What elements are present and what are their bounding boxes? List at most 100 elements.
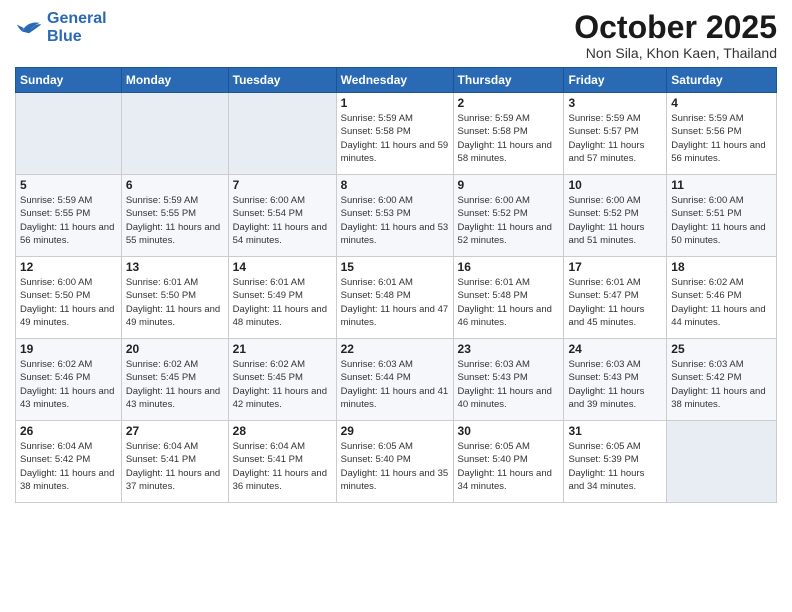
day-info: Sunrise: 6:02 AMSunset: 5:46 PMDaylight:…	[20, 358, 117, 411]
day-number: 15	[341, 260, 449, 274]
weekday-header-wednesday: Wednesday	[336, 68, 453, 93]
day-info: Sunrise: 6:03 AMSunset: 5:43 PMDaylight:…	[458, 358, 560, 411]
day-number: 10	[568, 178, 662, 192]
day-number: 1	[341, 96, 449, 110]
calendar-cell: 17 Sunrise: 6:01 AMSunset: 5:47 PMDayligh…	[564, 257, 667, 339]
day-number: 17	[568, 260, 662, 274]
calendar-cell: 22 Sunrise: 6:03 AMSunset: 5:44 PMDayligh…	[336, 339, 453, 421]
day-number: 24	[568, 342, 662, 356]
day-number: 12	[20, 260, 117, 274]
calendar-cell: 8 Sunrise: 6:00 AMSunset: 5:53 PMDaylight…	[336, 175, 453, 257]
day-number: 31	[568, 424, 662, 438]
calendar-cell: 3 Sunrise: 5:59 AMSunset: 5:57 PMDaylight…	[564, 93, 667, 175]
day-number: 11	[671, 178, 772, 192]
day-info: Sunrise: 5:59 AMSunset: 5:58 PMDaylight:…	[458, 112, 560, 165]
weekday-header-sunday: Sunday	[16, 68, 122, 93]
day-info: Sunrise: 6:00 AMSunset: 5:53 PMDaylight:…	[341, 194, 449, 247]
day-info: Sunrise: 6:05 AMSunset: 5:40 PMDaylight:…	[458, 440, 560, 493]
calendar-cell: 26Sunrise: 6:04 AMSunset: 5:42 PMDayligh…	[16, 421, 122, 503]
calendar-cell: 1 Sunrise: 5:59 AMSunset: 5:58 PMDaylight…	[336, 93, 453, 175]
calendar-cell: 15 Sunrise: 6:01 AMSunset: 5:48 PMDayligh…	[336, 257, 453, 339]
day-number: 9	[458, 178, 560, 192]
day-number: 3	[568, 96, 662, 110]
day-number: 5	[20, 178, 117, 192]
day-number: 25	[671, 342, 772, 356]
calendar-cell: 20 Sunrise: 6:02 AMSunset: 5:45 PMDayligh…	[121, 339, 228, 421]
calendar-cell: 7 Sunrise: 6:00 AMSunset: 5:54 PMDaylight…	[228, 175, 336, 257]
day-info: Sunrise: 6:01 AMSunset: 5:49 PMDaylight:…	[233, 276, 332, 329]
day-info: Sunrise: 6:00 AMSunset: 5:50 PMDaylight:…	[20, 276, 117, 329]
day-info: Sunrise: 6:02 AMSunset: 5:45 PMDaylight:…	[233, 358, 332, 411]
logo: General Blue	[15, 10, 107, 45]
day-number: 29	[341, 424, 449, 438]
day-info: Sunrise: 6:01 AMSunset: 5:48 PMDaylight:…	[458, 276, 560, 329]
day-info: Sunrise: 6:02 AMSunset: 5:45 PMDaylight:…	[126, 358, 224, 411]
calendar-cell	[667, 421, 777, 503]
day-number: 27	[126, 424, 224, 438]
day-number: 26	[20, 424, 117, 438]
day-info: Sunrise: 6:04 AMSunset: 5:41 PMDaylight:…	[233, 440, 332, 493]
calendar-cell	[228, 93, 336, 175]
calendar-cell: 9 Sunrise: 6:00 AMSunset: 5:52 PMDaylight…	[453, 175, 564, 257]
day-info: Sunrise: 5:59 AMSunset: 5:57 PMDaylight:…	[568, 112, 662, 165]
day-info: Sunrise: 6:01 AMSunset: 5:48 PMDaylight:…	[341, 276, 449, 329]
header: General Blue October 2025 Non Sila, Khon…	[15, 10, 777, 61]
calendar-cell: 23 Sunrise: 6:03 AMSunset: 5:43 PMDayligh…	[453, 339, 564, 421]
day-info: Sunrise: 6:03 AMSunset: 5:43 PMDaylight:…	[568, 358, 662, 411]
day-number: 14	[233, 260, 332, 274]
day-info: Sunrise: 6:00 AMSunset: 5:52 PMDaylight:…	[458, 194, 560, 247]
calendar-cell: 24 Sunrise: 6:03 AMSunset: 5:43 PMDayligh…	[564, 339, 667, 421]
day-info: Sunrise: 5:59 AMSunset: 5:55 PMDaylight:…	[126, 194, 224, 247]
calendar-cell: 10 Sunrise: 6:00 AMSunset: 5:52 PMDayligh…	[564, 175, 667, 257]
day-number: 19	[20, 342, 117, 356]
calendar-cell: 6 Sunrise: 5:59 AMSunset: 5:55 PMDaylight…	[121, 175, 228, 257]
calendar-cell: 27 Sunrise: 6:04 AMSunset: 5:41 PMDayligh…	[121, 421, 228, 503]
day-number: 21	[233, 342, 332, 356]
day-info: Sunrise: 5:59 AMSunset: 5:58 PMDaylight:…	[341, 112, 449, 165]
day-info: Sunrise: 5:59 AMSunset: 5:56 PMDaylight:…	[671, 112, 772, 165]
day-info: Sunrise: 6:01 AMSunset: 5:47 PMDaylight:…	[568, 276, 662, 329]
calendar-cell: 5 Sunrise: 5:59 AMSunset: 5:55 PMDaylight…	[16, 175, 122, 257]
day-info: Sunrise: 6:00 AMSunset: 5:52 PMDaylight:…	[568, 194, 662, 247]
calendar-cell: 14 Sunrise: 6:01 AMSunset: 5:49 PMDayligh…	[228, 257, 336, 339]
calendar-cell	[121, 93, 228, 175]
weekday-header-thursday: Thursday	[453, 68, 564, 93]
day-number: 6	[126, 178, 224, 192]
day-number: 7	[233, 178, 332, 192]
calendar-cell: 11 Sunrise: 6:00 AMSunset: 5:51 PMDayligh…	[667, 175, 777, 257]
title-block: October 2025 Non Sila, Khon Kaen, Thaila…	[574, 10, 777, 61]
day-number: 2	[458, 96, 560, 110]
calendar-cell: 12 Sunrise: 6:00 AMSunset: 5:50 PMDayligh…	[16, 257, 122, 339]
day-number: 23	[458, 342, 560, 356]
day-info: Sunrise: 5:59 AMSunset: 5:55 PMDaylight:…	[20, 194, 117, 247]
day-number: 28	[233, 424, 332, 438]
day-info: Sunrise: 6:03 AMSunset: 5:44 PMDaylight:…	[341, 358, 449, 411]
weekday-header-saturday: Saturday	[667, 68, 777, 93]
day-info: Sunrise: 6:00 AMSunset: 5:51 PMDaylight:…	[671, 194, 772, 247]
day-number: 8	[341, 178, 449, 192]
calendar-cell: 21 Sunrise: 6:02 AMSunset: 5:45 PMDayligh…	[228, 339, 336, 421]
weekday-header-friday: Friday	[564, 68, 667, 93]
calendar-cell: 28 Sunrise: 6:04 AMSunset: 5:41 PMDayligh…	[228, 421, 336, 503]
day-info: Sunrise: 6:04 AMSunset: 5:41 PMDaylight:…	[126, 440, 224, 493]
day-info: Sunrise: 6:05 AMSunset: 5:40 PMDaylight:…	[341, 440, 449, 493]
calendar-cell: 2 Sunrise: 5:59 AMSunset: 5:58 PMDaylight…	[453, 93, 564, 175]
day-number: 22	[341, 342, 449, 356]
day-number: 16	[458, 260, 560, 274]
location-subtitle: Non Sila, Khon Kaen, Thailand	[574, 45, 777, 61]
day-number: 20	[126, 342, 224, 356]
day-number: 13	[126, 260, 224, 274]
day-info: Sunrise: 6:03 AMSunset: 5:42 PMDaylight:…	[671, 358, 772, 411]
calendar-cell: 25 Sunrise: 6:03 AMSunset: 5:42 PMDayligh…	[667, 339, 777, 421]
logo-line1: General	[47, 10, 107, 27]
calendar-cell: 18Sunrise: 6:02 AMSunset: 5:46 PMDayligh…	[667, 257, 777, 339]
calendar-cell: 4Sunrise: 5:59 AMSunset: 5:56 PMDaylight…	[667, 93, 777, 175]
calendar-cell: 19 Sunrise: 6:02 AMSunset: 5:46 PMDayligh…	[16, 339, 122, 421]
day-info: Sunrise: 6:00 AMSunset: 5:54 PMDaylight:…	[233, 194, 332, 247]
calendar-cell: 13 Sunrise: 6:01 AMSunset: 5:50 PMDayligh…	[121, 257, 228, 339]
weekday-header-tuesday: Tuesday	[228, 68, 336, 93]
day-info: Sunrise: 6:01 AMSunset: 5:50 PMDaylight:…	[126, 276, 224, 329]
day-info: Sunrise: 6:02 AMSunset: 5:46 PMDaylight:…	[671, 276, 772, 329]
day-number: 30	[458, 424, 560, 438]
month-title: October 2025	[574, 10, 777, 45]
